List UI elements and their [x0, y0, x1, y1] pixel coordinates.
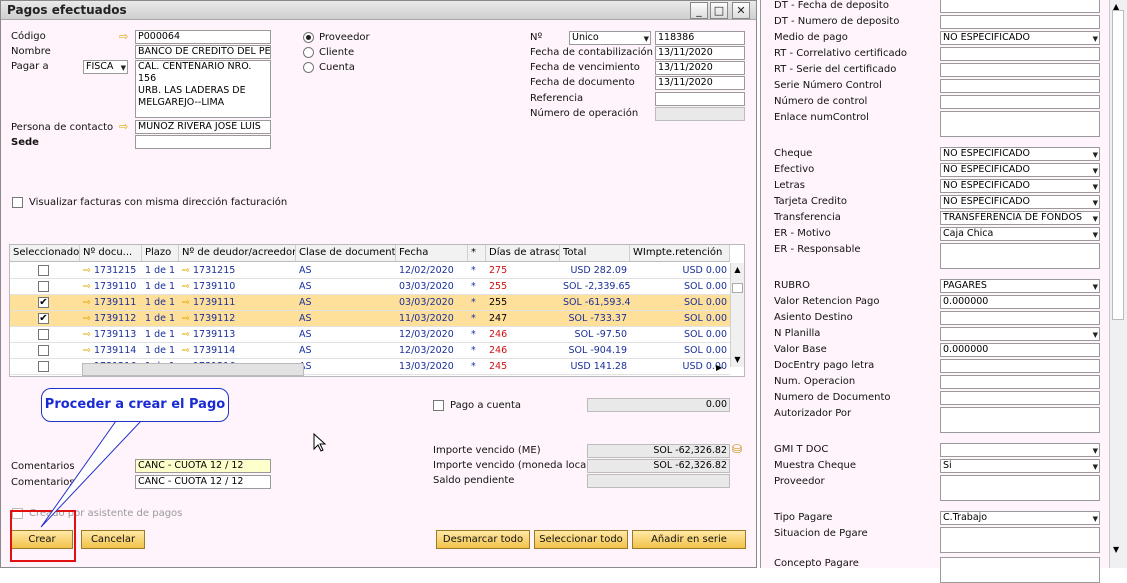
- udf-label: ER - Motivo: [774, 228, 831, 239]
- udf-field[interactable]: [940, 407, 1100, 433]
- udf-field[interactable]: [940, 47, 1100, 61]
- udf-label: Valor Retencion Pago: [774, 296, 880, 307]
- udf-select[interactable]: NO ESPECIFICADO ▼: [940, 163, 1100, 177]
- udf-value: Caja Chica: [943, 228, 994, 239]
- instruction-callout: Proceder a crear el Pago: [41, 388, 229, 422]
- udf-value: Si: [943, 460, 952, 471]
- udf-select[interactable]: Si ▼: [940, 459, 1100, 473]
- udf-value: TRANSFERENCIA DE FONDOS: [943, 212, 1082, 223]
- dropdown-icon: ▼: [1092, 331, 1098, 339]
- udf-label: Tipo Pagare: [774, 512, 833, 523]
- udf-select[interactable]: NO ESPECIFICADO ▼: [940, 31, 1100, 45]
- dropdown-icon: ▼: [1092, 447, 1098, 455]
- udf-field[interactable]: [940, 527, 1100, 553]
- udf-select[interactable]: ▼: [940, 443, 1100, 457]
- udf-field[interactable]: [940, 391, 1100, 405]
- udf-label: Número de control: [774, 96, 868, 107]
- dropdown-icon: ▼: [1092, 35, 1098, 43]
- udf-field[interactable]: [940, 0, 1100, 13]
- udf-value: NO ESPECIFICADO: [943, 164, 1030, 175]
- udf-select[interactable]: NO ESPECIFICADO ▼: [940, 195, 1100, 209]
- udf-label: DT - Numero de deposito: [774, 16, 900, 27]
- udf-field[interactable]: [940, 359, 1100, 373]
- udf-field[interactable]: [940, 557, 1100, 583]
- dropdown-icon: ▼: [1092, 463, 1098, 471]
- udf-label: ER - Responsable: [774, 244, 861, 255]
- udf-field[interactable]: [940, 63, 1100, 77]
- udf-label: RT - Serie del certificado: [774, 64, 897, 75]
- udf-label: GMI T DOC: [774, 444, 829, 455]
- mouse-cursor-icon: [313, 433, 327, 452]
- callout-pointer: [40, 420, 143, 528]
- dropdown-icon: ▼: [1092, 183, 1098, 191]
- udf-label: Numero de Documento: [774, 392, 891, 403]
- udf-value: PAGARES: [943, 280, 987, 291]
- udf-select[interactable]: PAGARES ▼: [940, 279, 1100, 293]
- udf-select[interactable]: Caja Chica ▼: [940, 227, 1100, 241]
- udf-field[interactable]: [940, 311, 1100, 325]
- udf-select[interactable]: NO ESPECIFICADO ▼: [940, 179, 1100, 193]
- udf-label: Medio de pago: [774, 32, 848, 43]
- udf-value: NO ESPECIFICADO: [943, 180, 1030, 191]
- udf-scrollbar[interactable]: ▲ ▼: [1109, 0, 1127, 568]
- dropdown-icon: ▼: [1092, 167, 1098, 175]
- udf-field[interactable]: 0.000000: [940, 295, 1100, 309]
- udf-value: 0.000000: [943, 344, 989, 355]
- udf-label: Tarjeta Credito: [774, 196, 848, 207]
- udf-select[interactable]: NO ESPECIFICADO ▼: [940, 147, 1100, 161]
- scroll-down-icon[interactable]: ▼: [1113, 545, 1119, 554]
- dropdown-icon: ▼: [1092, 515, 1098, 523]
- udf-value: NO ESPECIFICADO: [943, 148, 1030, 159]
- udf-label: Concepto Pagare: [774, 558, 859, 569]
- dropdown-icon: ▼: [1092, 199, 1098, 207]
- dropdown-icon: ▼: [1092, 215, 1098, 223]
- udf-field[interactable]: [940, 375, 1100, 389]
- udf-field[interactable]: [940, 243, 1100, 269]
- scroll-thumb[interactable]: [1112, 10, 1124, 320]
- udf-value: 0.000000: [943, 296, 989, 307]
- udf-label: DocEntry pago letra: [774, 360, 875, 371]
- udf-label: Efectivo: [774, 164, 815, 175]
- udf-value: NO ESPECIFICADO: [943, 196, 1030, 207]
- udf-label: Enlace numControl: [774, 112, 869, 123]
- udf-label: DT - Fecha de deposito: [774, 0, 889, 11]
- udf-field[interactable]: [940, 475, 1100, 501]
- udf-label: Muestra Cheque: [774, 460, 856, 471]
- udf-label: Situacion de Pgare: [774, 528, 868, 539]
- udf-label: Proveedor: [774, 476, 825, 487]
- udf-label: RUBRO: [774, 280, 810, 291]
- udf-label: RT - Correlativo certificado: [774, 48, 908, 59]
- udf-label: Transferencia: [774, 212, 841, 223]
- udf-field[interactable]: [940, 79, 1100, 93]
- udf-field[interactable]: [940, 95, 1100, 109]
- udf-select[interactable]: TRANSFERENCIA DE FONDOS ▼: [940, 211, 1100, 225]
- udf-value: C.Trabajo: [943, 512, 988, 523]
- udf-field[interactable]: 0.000000: [940, 343, 1100, 357]
- udf-label: Autorizador Por: [774, 408, 852, 419]
- dropdown-icon: ▼: [1092, 283, 1098, 291]
- udf-select[interactable]: ▼: [940, 327, 1100, 341]
- udf-label: N Planilla: [774, 328, 821, 339]
- udf-select[interactable]: C.Trabajo ▼: [940, 511, 1100, 525]
- udf-label: Asiento Destino: [774, 312, 853, 323]
- udf-label: Letras: [774, 180, 805, 191]
- udf-label: Num. Operacion: [774, 376, 856, 387]
- udf-field[interactable]: [940, 15, 1100, 29]
- dropdown-icon: ▼: [1092, 231, 1098, 239]
- udf-field[interactable]: [940, 111, 1100, 137]
- payments-window: Pagos efectuados _ □ ✕ Código ⇨ P000064 …: [0, 0, 757, 568]
- udf-label: Valor Base: [774, 344, 827, 355]
- dropdown-icon: ▼: [1092, 151, 1098, 159]
- udf-label: Cheque: [774, 148, 813, 159]
- udf-label: Serie Número Control: [774, 80, 882, 91]
- udf-panel: DT - Fecha de deposito DT - Numero de dep…: [760, 0, 1127, 583]
- udf-value: NO ESPECIFICADO: [943, 32, 1030, 43]
